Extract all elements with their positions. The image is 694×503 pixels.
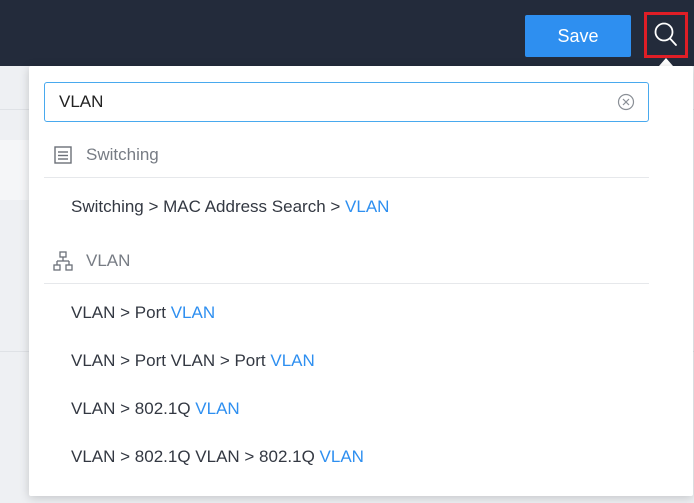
- save-button[interactable]: Save: [525, 15, 631, 57]
- clear-circle-icon[interactable]: [616, 92, 636, 112]
- result-match: VLAN: [319, 447, 364, 466]
- result-match: VLAN: [270, 351, 315, 370]
- result-item[interactable]: VLAN > 802.1Q VLAN > 802.1Q VLAN: [71, 442, 364, 472]
- search-field[interactable]: [44, 82, 649, 122]
- dropdown-caret: [659, 58, 673, 66]
- result-item[interactable]: Switching > MAC Address Search > VLAN: [71, 192, 389, 222]
- result-item[interactable]: VLAN > Port VLAN: [71, 298, 215, 328]
- result-item[interactable]: VLAN > 802.1Q VLAN: [71, 394, 240, 424]
- top-bar: Save: [0, 0, 694, 66]
- result-path: VLAN > Port: [71, 303, 171, 322]
- network-topology-icon: [52, 250, 74, 272]
- result-match: VLAN: [170, 303, 216, 322]
- search-results-panel: Switching Switching > MAC Address Search…: [29, 66, 693, 496]
- result-path: Switching > MAC Address Search >: [71, 197, 346, 216]
- search-toggle-button[interactable]: [644, 12, 688, 58]
- search-icon: [654, 22, 677, 46]
- result-item[interactable]: VLAN > Port VLAN > Port VLAN: [71, 346, 315, 376]
- group-header-switching: Switching: [44, 133, 649, 178]
- result-match: VLAN: [345, 197, 390, 216]
- result-path: VLAN > Port VLAN > Port: [71, 351, 271, 370]
- result-path: VLAN > 802.1Q: [71, 399, 196, 418]
- switching-list-icon: [52, 144, 74, 166]
- result-match: VLAN: [195, 399, 240, 418]
- group-header-vlan: VLAN: [44, 239, 649, 284]
- search-input[interactable]: [45, 84, 616, 120]
- background-row: [0, 140, 30, 200]
- group-title: VLAN: [86, 251, 131, 270]
- result-path: VLAN > 802.1Q VLAN > 802.1Q: [71, 447, 320, 466]
- group-title: Switching: [86, 145, 159, 164]
